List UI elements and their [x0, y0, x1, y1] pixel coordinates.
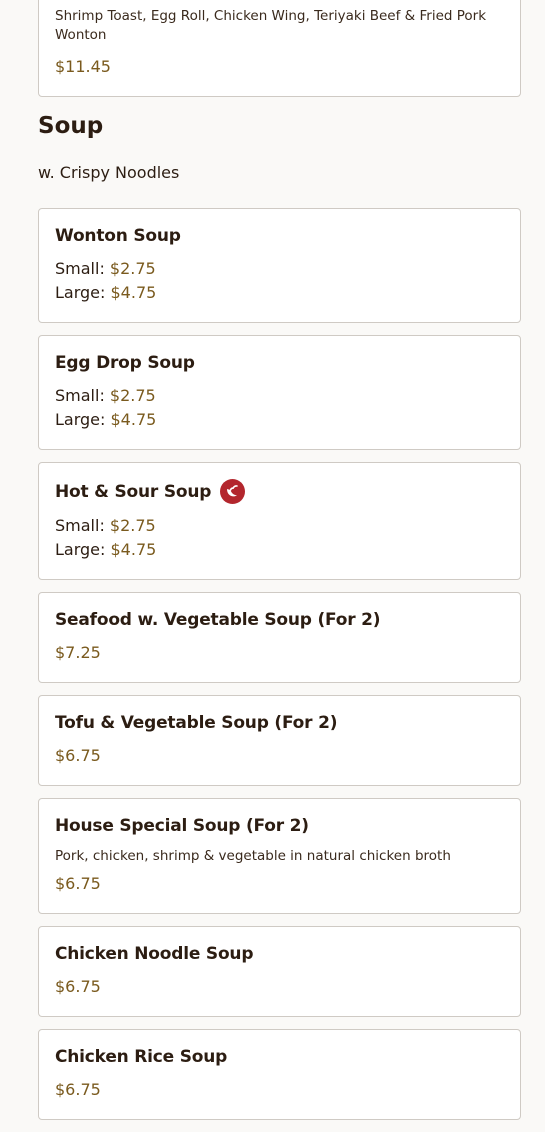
price-row-small: Small: $2.75: [55, 514, 504, 538]
item-price: $7.25: [55, 643, 101, 662]
item-price: $4.75: [110, 540, 157, 559]
size-label: Large:: [55, 540, 106, 559]
section-note: w. Crispy Noodles: [38, 163, 180, 182]
menu-item-card[interactable]: Shrimp Toast, Egg Roll, Chicken Wing, Te…: [38, 0, 521, 97]
item-price: $6.75: [55, 746, 101, 765]
item-description: Pork, chicken, shrimp & vegetable in nat…: [55, 848, 451, 864]
size-label: Large:: [55, 283, 106, 302]
menu-item-card[interactable]: Seafood w. Vegetable Soup (For 2) $7.25: [38, 592, 521, 683]
item-price: $6.75: [55, 977, 101, 996]
item-name: Egg Drop Soup: [55, 353, 195, 373]
menu-item-card[interactable]: Hot & Sour Soup Small: $2.75 Large: $4.7…: [38, 462, 521, 580]
price-row-small: Small: $2.75: [55, 384, 504, 408]
size-label: Small:: [55, 516, 105, 535]
item-price: $11.45: [55, 57, 111, 76]
item-price: $4.75: [110, 410, 157, 429]
menu-item-card[interactable]: Chicken Noodle Soup $6.75: [38, 926, 521, 1017]
item-name: Seafood w. Vegetable Soup (For 2): [55, 610, 381, 630]
item-title-row: Hot & Sour Soup: [55, 479, 504, 504]
item-price: $4.75: [110, 283, 157, 302]
price-row-small: Small: $2.75: [55, 257, 504, 281]
item-name: Wonton Soup: [55, 226, 181, 246]
item-price: $6.75: [55, 874, 101, 893]
spicy-icon: [220, 479, 246, 504]
price-row-large: Large: $4.75: [55, 538, 504, 562]
item-name: Tofu & Vegetable Soup (For 2): [55, 713, 338, 733]
menu-item-card[interactable]: Tofu & Vegetable Soup (For 2) $6.75: [38, 695, 521, 786]
item-name: House Special Soup (For 2): [55, 816, 309, 836]
item-description: Shrimp Toast, Egg Roll, Chicken Wing, Te…: [55, 8, 487, 43]
item-price: $2.75: [109, 516, 156, 535]
menu-item-card[interactable]: Egg Drop Soup Small: $2.75 Large: $4.75: [38, 335, 521, 450]
size-label: Large:: [55, 410, 106, 429]
size-label: Small:: [55, 386, 105, 405]
menu-item-card[interactable]: House Special Soup (For 2) Pork, chicken…: [38, 798, 521, 914]
item-name: Hot & Sour Soup: [55, 481, 212, 502]
price-row-large: Large: $4.75: [55, 408, 504, 432]
section-title: Soup: [38, 113, 104, 139]
item-price: $2.75: [109, 259, 156, 278]
item-prices: Small: $2.75 Large: $4.75: [55, 257, 504, 305]
item-prices: Small: $2.75 Large: $4.75: [55, 514, 504, 562]
item-price: $6.75: [55, 1080, 101, 1099]
price-row-large: Large: $4.75: [55, 281, 504, 305]
menu-list: Shrimp Toast, Egg Roll, Chicken Wing, Te…: [38, 0, 521, 1132]
item-prices: Small: $2.75 Large: $4.75: [55, 384, 504, 432]
menu-item-card[interactable]: Wonton Soup Small: $2.75 Large: $4.75: [38, 208, 521, 323]
item-name: Chicken Noodle Soup: [55, 944, 254, 964]
menu-item-card[interactable]: Chicken Rice Soup $6.75: [38, 1029, 521, 1120]
size-label: Small:: [55, 259, 105, 278]
item-price: $2.75: [109, 386, 156, 405]
item-name: Chicken Rice Soup: [55, 1047, 228, 1067]
